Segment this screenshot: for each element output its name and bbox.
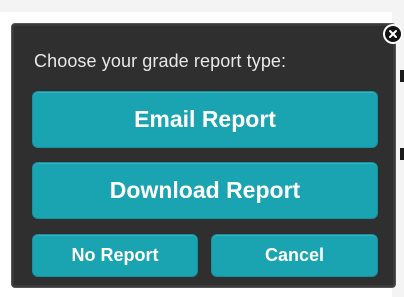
email-report-button[interactable]: Email Report [32, 91, 378, 148]
no-report-button[interactable]: No Report [32, 234, 198, 277]
close-icon [385, 26, 401, 42]
dialog-prompt: Choose your grade report type: [34, 51, 287, 71]
background-strip-top [0, 0, 404, 12]
background-mark [400, 148, 404, 160]
download-report-button[interactable]: Download Report [32, 162, 378, 219]
cancel-button[interactable]: Cancel [211, 234, 378, 277]
close-button[interactable] [383, 24, 403, 44]
background-mark [400, 70, 404, 82]
